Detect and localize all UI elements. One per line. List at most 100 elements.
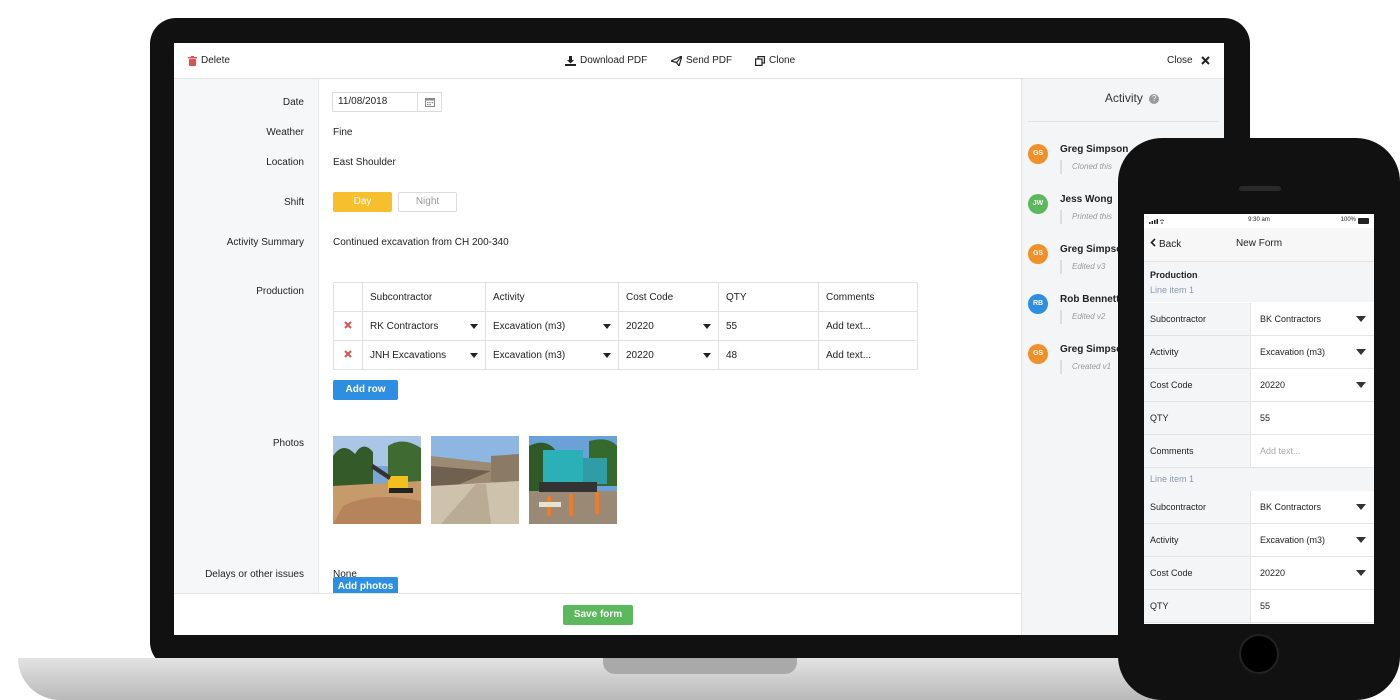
subcontractor-select[interactable]: JNH Excavations [362,340,486,370]
form-footer: Save form [174,593,1021,635]
phone-row-cost-code[interactable]: Cost Code 20220 [1144,369,1374,402]
activity-title-text: Activity [1104,91,1143,105]
location-label: Location [266,157,304,168]
phone-row-subcontractor[interactable]: Subcontractor BK Contractors [1144,303,1374,336]
delete-button[interactable]: Delete [188,55,230,66]
shift-day-button[interactable]: Day [333,192,392,212]
production-section-header: Production Line item 1 [1144,262,1374,302]
row-label: Activity [1144,524,1251,556]
save-form-button[interactable]: Save form [563,605,633,625]
avatar: GS [1028,144,1048,164]
activity-value: Excavation (m3) [493,349,566,361]
production-label: Production [256,286,304,297]
activity-select[interactable]: Excavation (m3) [485,340,619,370]
send-pdf-label: Send PDF [686,55,733,66]
send-pdf-button[interactable]: Send PDF [671,55,732,66]
caret-down-icon [703,324,711,329]
caret-down-icon [1356,537,1366,543]
cost-code-select[interactable]: 20220 [618,311,719,341]
trash-icon [188,55,197,66]
avatar: GS [1028,344,1048,364]
avatar: GS [1028,244,1048,264]
help-icon[interactable]: ? [1149,93,1160,104]
activity-summary-label: Activity Summary [226,237,304,248]
delays-label: Delays or other issues [205,569,304,580]
location-value[interactable]: East Shoulder [333,157,396,168]
caret-down-icon [603,353,611,358]
shift-night-button[interactable]: Night [398,192,457,212]
row-value: 20220 [1260,568,1286,578]
caret-down-icon [470,353,478,358]
delays-value[interactable]: None [333,569,357,580]
download-pdf-button[interactable]: Download PDF [565,55,647,66]
subcontractor-select[interactable]: RK Contractors [362,311,486,341]
caret-down-icon [703,353,711,358]
row-label: Cost Code [1144,557,1251,589]
activity-note: Edited v2 [1060,310,1105,324]
qty-input[interactable]: 48 [718,340,819,370]
row-label: Subcontractor [1144,491,1251,523]
cost-code-value: 20220 [626,349,654,361]
qty-input[interactable]: 55 [718,311,819,341]
weather-label: Weather [266,127,304,138]
clone-button[interactable]: Clone [755,55,795,66]
clone-label: Clone [769,55,796,66]
row-value: BK Contractors [1260,502,1322,512]
row-value: Excavation (m3) [1260,347,1326,357]
photo-thumbnail[interactable] [431,436,519,524]
caret-down-icon [603,324,611,329]
phone-home-button[interactable] [1239,634,1279,674]
delete-label: Delete [201,55,230,66]
close-icon [1200,56,1210,65]
activity-note: Printed this [1060,210,1112,224]
line-item-header: Line item 1 [1144,468,1374,492]
photo-thumbnail[interactable] [529,436,617,524]
activity-user-name: Jess Wong [1060,194,1113,205]
caret-down-icon [1356,316,1366,322]
cost-code-select[interactable]: 20220 [618,340,719,370]
date-field[interactable]: 11/08/2018 [332,92,442,112]
table-header-blank [333,282,363,312]
row-label: Comments [1144,435,1251,467]
phone-row-activity[interactable]: Activity Excavation (m3) [1144,524,1374,557]
table-header: Subcontractor [362,282,486,312]
date-value: 11/08/2018 [333,93,418,111]
phone-row-qty[interactable]: QTY 55 [1144,402,1374,435]
activity-select[interactable]: Excavation (m3) [485,311,619,341]
activity-value: Excavation (m3) [493,320,566,332]
production-table: Subcontractor Activity Cost Code QTY Com… [333,282,918,370]
close-label: Close [1167,55,1193,66]
activity-note: Created v1 [1060,360,1111,374]
phone-row-qty[interactable]: QTY 55 [1144,590,1374,623]
row-label: QTY [1144,590,1251,622]
row-value: BK Contractors [1260,314,1322,324]
weather-value[interactable]: Fine [333,127,352,138]
phone-row-comments[interactable]: Comments Add text... [1144,435,1374,468]
remove-row-icon[interactable] [333,340,363,370]
divider [1028,121,1218,122]
phone-row-subcontractor[interactable]: Subcontractor BK Contractors [1144,491,1374,524]
battery-percent: 100% [1340,217,1356,223]
shift-label: Shift [283,197,304,208]
download-icon [565,55,576,66]
comments-input[interactable]: Add text... [818,340,918,370]
remove-row-icon[interactable] [333,311,363,341]
row-label: QTY [1144,402,1251,434]
row-value: 20220 [1260,380,1286,390]
avatar: RB [1028,294,1048,314]
subcontractor-value: JNH Excavations [370,349,447,361]
phone-row-activity[interactable]: Activity Excavation (m3) [1144,336,1374,369]
cost-code-value: 20220 [626,320,654,332]
table-header: QTY [718,282,819,312]
photo-thumbnail[interactable] [333,436,421,524]
activity-note: Cloned this [1060,160,1112,174]
table-row: JNH Excavations Excavation (m3) 20220 48… [333,340,918,370]
add-row-button[interactable]: Add row [333,380,398,400]
photos-label: Photos [272,438,304,449]
calendar-icon[interactable] [418,97,441,107]
comments-input[interactable]: Add text... [818,311,918,341]
activity-summary-value[interactable]: Continued excavation from CH 200-340 [333,237,509,248]
phone-row-cost-code[interactable]: Cost Code 20220 [1144,557,1374,590]
status-time: 9:30 am [1248,217,1270,223]
close-button[interactable]: Close [1167,55,1210,66]
